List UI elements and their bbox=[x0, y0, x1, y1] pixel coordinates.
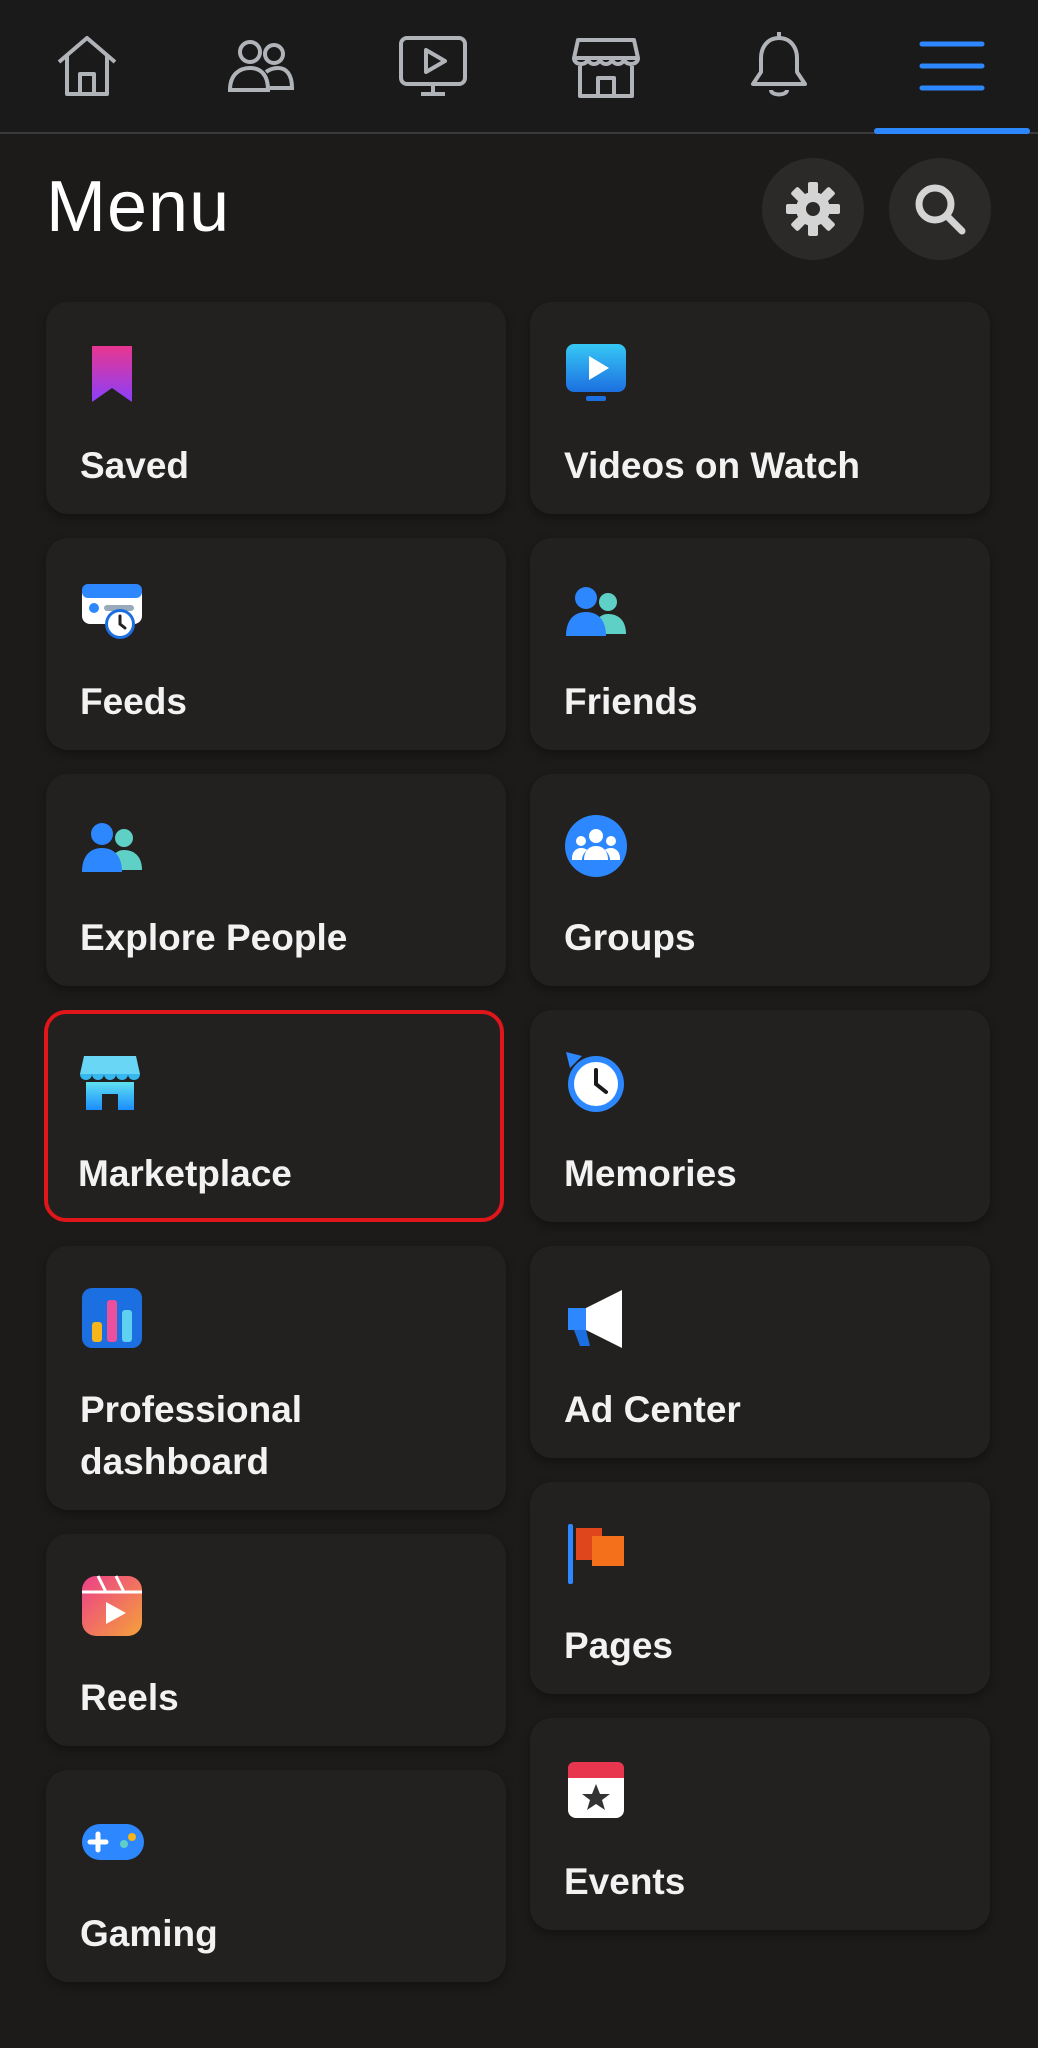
menu-card-gaming[interactable]: Gaming bbox=[46, 1770, 506, 1982]
menu-card-label: Reels bbox=[80, 1677, 179, 1718]
memories-clock-icon bbox=[566, 1052, 624, 1112]
menu-card-reels[interactable]: Reels bbox=[46, 1534, 506, 1746]
top-navigation-bar bbox=[0, 0, 1038, 134]
flag-icon bbox=[568, 1524, 624, 1584]
friends-icon bbox=[227, 40, 294, 92]
menu-card-label: Memories bbox=[564, 1153, 737, 1194]
menu-card-label: Professional dashboard bbox=[80, 1389, 303, 1482]
reels-icon bbox=[82, 1575, 142, 1636]
menu-card-label: Pages bbox=[564, 1625, 674, 1666]
bar-chart-icon bbox=[82, 1288, 142, 1348]
menu-card-videos-on-watch[interactable]: Videos on Watch bbox=[530, 302, 990, 514]
menu-card-events[interactable]: Events bbox=[530, 1718, 990, 1930]
active-tab-indicator bbox=[874, 128, 1030, 134]
video-icon bbox=[566, 344, 626, 401]
watch-icon bbox=[398, 36, 467, 96]
home-icon bbox=[57, 36, 116, 96]
menu-card-ad-center[interactable]: Ad Center bbox=[530, 1246, 990, 1458]
tab-notifications[interactable] bbox=[692, 0, 865, 132]
people-icon bbox=[82, 823, 142, 872]
menu-card-label: Gaming bbox=[80, 1913, 218, 1954]
menu-card-label: Explore People bbox=[80, 917, 348, 958]
tab-friends[interactable] bbox=[173, 0, 346, 132]
feeds-icon bbox=[82, 584, 142, 639]
menu-card-explore-people[interactable]: Explore People bbox=[46, 774, 506, 986]
calendar-icon bbox=[568, 1762, 624, 1818]
search-icon bbox=[915, 184, 966, 235]
menu-card-feeds[interactable]: Feeds bbox=[46, 538, 506, 750]
search-button[interactable] bbox=[889, 158, 991, 260]
tab-menu[interactable] bbox=[865, 0, 1038, 132]
menu-card-label: Saved bbox=[80, 445, 190, 486]
gear-icon bbox=[786, 182, 840, 236]
menu-card-label: Friends bbox=[564, 681, 698, 722]
menu-card-saved[interactable]: Saved bbox=[46, 302, 506, 514]
menu-card-memories[interactable]: Memories bbox=[530, 1010, 990, 1222]
menu-card-label: Feeds bbox=[80, 681, 187, 722]
notifications-icon bbox=[750, 32, 807, 97]
store-icon bbox=[80, 1056, 140, 1110]
groups-icon bbox=[565, 815, 627, 877]
marketplace-icon bbox=[571, 38, 640, 98]
menu-card-groups[interactable]: Groups bbox=[530, 774, 990, 986]
friends-icon bbox=[566, 587, 626, 636]
menu-icon bbox=[919, 41, 984, 91]
bookmark-icon bbox=[92, 346, 132, 402]
megaphone-icon bbox=[568, 1290, 622, 1348]
menu-card-friends[interactable]: Friends bbox=[530, 538, 990, 750]
tab-home[interactable] bbox=[0, 0, 173, 132]
menu-card-pages[interactable]: Pages bbox=[530, 1482, 990, 1694]
tab-watch[interactable] bbox=[346, 0, 519, 132]
settings-button[interactable] bbox=[762, 158, 864, 260]
menu-card-label: Marketplace bbox=[78, 1153, 292, 1194]
tab-marketplace[interactable] bbox=[519, 0, 692, 132]
menu-card-label: Ad Center bbox=[564, 1389, 741, 1430]
menu-card-label: Events bbox=[564, 1861, 686, 1902]
menu-card-professional-dashboard[interactable]: Professional dashboard bbox=[46, 1246, 506, 1510]
menu-card-label: Videos on Watch bbox=[564, 445, 861, 486]
menu-card-label: Groups bbox=[564, 917, 696, 958]
game-controller-icon bbox=[82, 1824, 144, 1860]
menu-card-marketplace[interactable]: Marketplace bbox=[44, 1010, 504, 1222]
page-title: Menu bbox=[46, 167, 231, 247]
